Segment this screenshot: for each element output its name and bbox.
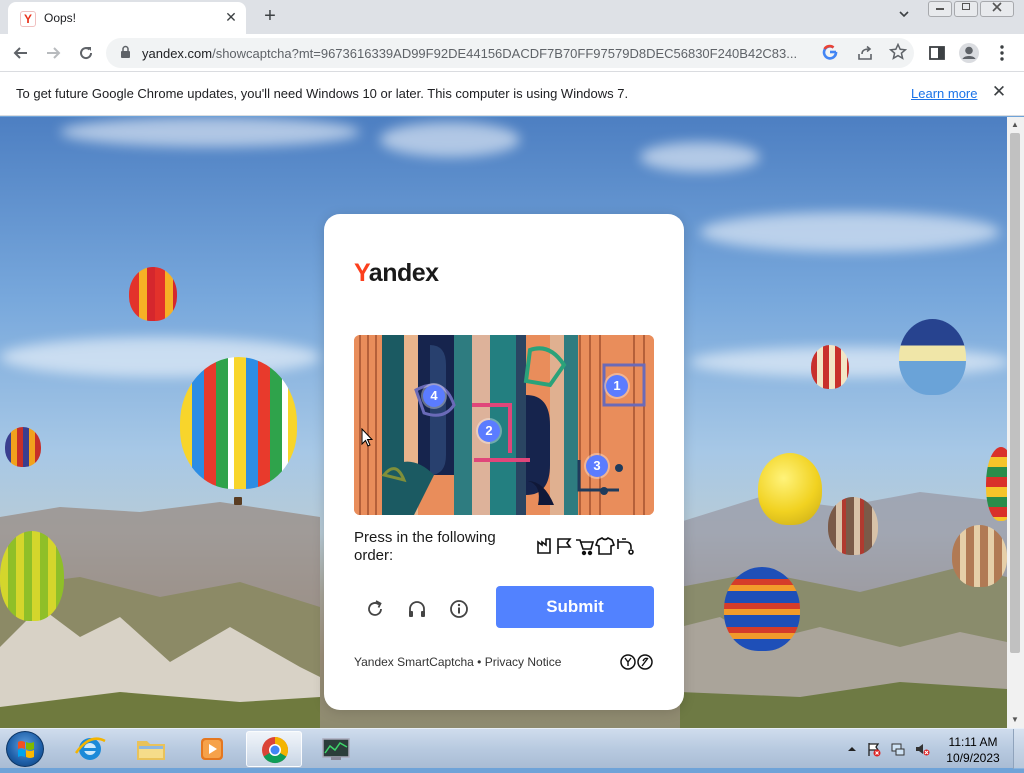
captcha-card: Yandex 1 2 3 4 Press in the following or… (324, 214, 684, 710)
logo-rest: andex (368, 259, 439, 287)
balloon-basket (234, 497, 242, 505)
cloud (700, 212, 1000, 252)
balloon (828, 497, 878, 555)
refresh-icon (368, 600, 382, 616)
windows-taskbar: 11:11 AM 10/9/2023 (0, 728, 1024, 769)
balloon (724, 567, 800, 651)
yandex-favicon-icon: Y (20, 11, 36, 27)
taskbar-media-player[interactable] (184, 731, 240, 767)
forward-button[interactable] (41, 41, 65, 65)
info-button[interactable] (446, 596, 472, 622)
reload-button[interactable] (74, 41, 98, 65)
volume-muted-icon[interactable] (914, 741, 930, 757)
clock-time: 11:11 AM (948, 735, 998, 749)
side-panel-icon[interactable] (925, 41, 949, 65)
balloon (952, 525, 1007, 587)
balloon (899, 319, 966, 395)
info-icon (450, 600, 468, 618)
system-clock[interactable]: 11:11 AM 10/9/2023 (942, 734, 1004, 766)
clock-date: 10/9/2023 (946, 751, 1000, 765)
scroll-down-arrow-icon[interactable]: ▼ (1011, 715, 1019, 724)
refresh-button[interactable] (362, 596, 388, 622)
tab-active[interactable]: Y Oops! ✕ (8, 2, 246, 34)
captcha-instruction: Press in the following order: (354, 529, 496, 564)
profile-avatar-icon[interactable] (957, 41, 981, 65)
submit-button[interactable]: Submit (496, 586, 654, 628)
cloud (60, 117, 360, 147)
show-hidden-icons-icon[interactable] (844, 741, 860, 757)
tab-close-icon[interactable]: ✕ (222, 8, 240, 26)
start-button[interactable] (6, 731, 44, 767)
taskbar-file-explorer[interactable] (123, 731, 179, 767)
windows-logo-icon (18, 741, 34, 758)
puzzle-art (354, 335, 654, 515)
taskbar-task-manager[interactable] (308, 731, 364, 767)
captcha-marker-3[interactable]: 3 (586, 455, 608, 477)
menu-kebab-icon[interactable] (990, 41, 1014, 65)
tshirt-icon (594, 537, 616, 555)
window-close-button[interactable] (980, 1, 1014, 17)
taskbar-chrome[interactable] (246, 731, 302, 767)
yandex-logo: Yandex (354, 259, 439, 288)
captcha-marker-2[interactable]: 2 (478, 420, 500, 442)
balloon (129, 267, 177, 321)
lock-icon (121, 45, 130, 58)
balloon (758, 453, 822, 525)
balloon (811, 345, 849, 389)
yandex-smartcaptcha-logo-icon (620, 654, 653, 670)
tab-strip: Y Oops! ✕ + (0, 0, 1024, 34)
google-translate-icon[interactable] (822, 44, 840, 62)
balloon (986, 447, 1007, 521)
cloud (380, 122, 520, 157)
balloon (180, 357, 297, 489)
action-center-flag-icon[interactable] (866, 741, 882, 757)
captcha-marker-4[interactable]: 4 (423, 385, 445, 407)
cloud (640, 142, 760, 172)
address-bar[interactable]: yandex.com/showcaptcha?mt=9673616339AD99… (106, 38, 914, 68)
audio-button[interactable] (404, 596, 430, 622)
taskbar-internet-explorer[interactable] (62, 731, 118, 767)
browser-toolbar: yandex.com/showcaptcha?mt=9673616339AD99… (0, 34, 1024, 72)
scrollbar-thumb[interactable] (1010, 133, 1020, 653)
cart-icon (576, 539, 595, 556)
back-button[interactable] (9, 41, 33, 65)
infobar-close-icon[interactable]: ✕ (990, 83, 1008, 101)
balloon (0, 531, 64, 621)
network-icon[interactable] (890, 741, 906, 757)
share-icon[interactable] (856, 44, 874, 62)
captcha-puzzle-image[interactable]: 1 2 3 4 (354, 335, 654, 515)
internet-explorer-icon (74, 737, 106, 760)
order-icons-strip (537, 537, 634, 556)
page-scrollbar[interactable]: ▲ ▼ (1007, 117, 1024, 728)
update-infobar: To get future Google Chrome updates, you… (0, 72, 1024, 116)
minimize-button[interactable] (928, 1, 952, 17)
url-text: yandex.com/showcaptcha?mt=9673616339AD99… (142, 46, 822, 61)
flag-icon (557, 538, 572, 554)
balloon (5, 427, 41, 467)
show-desktop-button[interactable] (1013, 729, 1024, 769)
chrome-icon (262, 737, 289, 764)
url-path: /showcaptcha?mt=9673616339AD99F92DE44156… (212, 46, 798, 61)
tab-title: Oops! (44, 11, 77, 25)
infobar-message: To get future Google Chrome updates, you… (16, 86, 629, 101)
tab-search-chevron-icon[interactable] (894, 8, 914, 26)
maximize-button[interactable] (954, 1, 978, 17)
url-host: yandex.com (142, 46, 213, 61)
scroll-up-arrow-icon[interactable]: ▲ (1011, 120, 1019, 129)
headphones-icon (409, 601, 425, 617)
bookmark-star-icon[interactable] (888, 42, 908, 61)
task-manager-icon (322, 738, 350, 760)
captcha-footer[interactable]: Yandex SmartCaptcha • Privacy Notice (354, 655, 561, 669)
learn-more-link[interactable]: Learn more (911, 86, 977, 101)
captcha-marker-1[interactable]: 1 (606, 375, 628, 397)
new-tab-button[interactable]: + (258, 5, 282, 29)
faucet-icon (617, 538, 634, 555)
logo-y: Y (354, 259, 369, 287)
folder-icon (137, 741, 165, 760)
media-player-icon (201, 738, 223, 760)
factory-icon (537, 538, 551, 554)
mouse-cursor-icon (361, 428, 373, 447)
